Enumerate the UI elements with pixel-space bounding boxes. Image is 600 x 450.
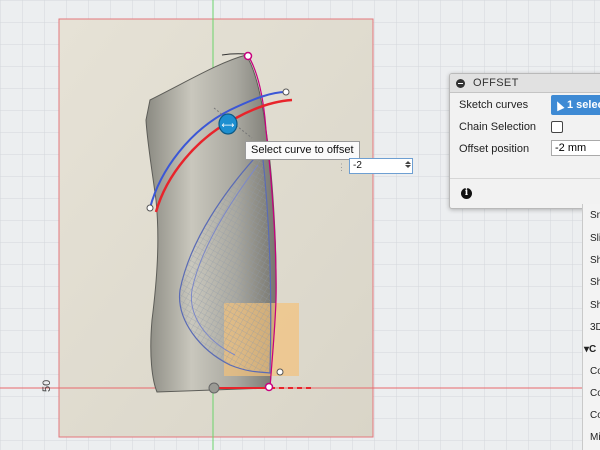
menu-section-header[interactable]: ▾C [584,344,596,355]
cursor-icon [553,99,565,111]
menu-item[interactable]: Mi [590,432,600,443]
menu-item[interactable]: Sh [590,300,600,311]
canvas-viewport[interactable]: ⟷ [0,0,600,450]
spinner-down-icon[interactable] [404,165,411,168]
menu-item[interactable]: Co [590,410,600,421]
sketch-curves-selection-button[interactable]: 1 selected [551,95,600,115]
side-menu: Sn Sli Sh Sh Sh 3D ▾C Co Co Co Mi [582,204,600,450]
menu-item[interactable]: Co [590,388,600,399]
curve-endpoint[interactable] [276,368,284,376]
menu-item[interactable]: 3D [590,322,600,333]
spinner-up-icon[interactable] [404,161,411,164]
row-chain-selection: Chain Selection [459,117,563,137]
menu-item[interactable]: Sli [590,233,600,244]
chain-selection-checkbox[interactable] [551,121,563,133]
sketch-endpoint-top[interactable] [243,51,253,61]
tooltip: Select curve to offset [245,141,360,160]
spinner[interactable] [404,160,411,172]
menu-item[interactable]: Sh [590,255,600,266]
offset-value-text: -2 [353,160,362,171]
axis-dimension-label: 50 [41,379,53,392]
dialog-header[interactable]: OFFSET [450,74,600,93]
offset-position-label: Offset position [459,143,530,155]
chain-selection-label: Chain Selection [459,121,537,133]
info-icon[interactable]: i [461,188,472,199]
sketch-curves-value: 1 selected [567,99,600,111]
curve-endpoint[interactable] [282,88,290,96]
origin-point[interactable] [208,382,220,394]
menu-item[interactable]: Sn [590,210,600,221]
offset-dialog: OFFSET Sketch curves 1 selected Chain Se… [449,73,600,209]
sketch-endpoint-bottom[interactable] [264,382,274,392]
offset-position-input[interactable] [551,140,600,156]
dialog-footer: i [450,178,600,208]
sketch-curves-label: Sketch curves [459,99,529,111]
curve-endpoint[interactable] [146,204,154,212]
menu-item[interactable]: Sh [590,277,600,288]
dialog-title: OFFSET [473,77,519,89]
row-sketch-curves: Sketch curves 1 selected [459,95,600,115]
row-offset-position: Offset position [459,139,600,159]
menu-item[interactable]: Co [590,366,600,377]
offset-value-input[interactable]: -2 [349,158,413,174]
collapse-icon[interactable] [456,78,465,88]
manipulator-glyph: ⟷ [222,121,235,131]
menu-section-label: C [589,344,597,355]
